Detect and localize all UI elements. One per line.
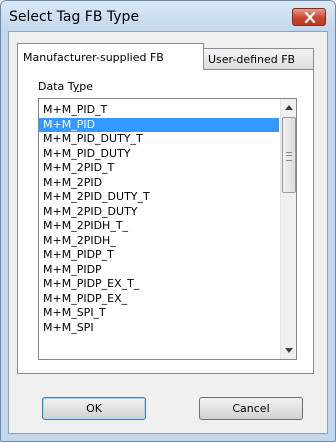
title-bar[interactable]: Select Tag FB Type: [1, 1, 335, 31]
data-type-listbox[interactable]: M+M_PID_T M+M_PID M+M_PID_DUTY_T M+M_PID_DU…: [38, 98, 297, 360]
list-item[interactable]: M+M_PID_DUTY: [39, 147, 279, 162]
data-type-label: Data Type: [38, 80, 94, 93]
scroll-down-button[interactable]: [281, 342, 296, 359]
close-button[interactable]: [292, 8, 326, 26]
list-item[interactable]: M+M_2PIDH_T_: [39, 219, 279, 234]
list-item[interactable]: M+M_PIDP_EX_: [39, 292, 279, 307]
cancel-button[interactable]: Cancel: [199, 397, 303, 420]
list-item[interactable]: M+M_PID: [39, 117, 279, 132]
list-item[interactable]: M+M_SPI: [39, 321, 279, 336]
scroll-up-arrow-icon: [285, 105, 293, 110]
list-item[interactable]: M+M_2PID_T: [39, 161, 279, 176]
list-item[interactable]: M+M_PIDP: [39, 263, 279, 278]
scroll-thumb[interactable]: [282, 117, 296, 193]
tab-user-defined-fb[interactable]: User-defined FB: [203, 48, 314, 69]
list-item[interactable]: M+M_PID_T: [39, 103, 279, 118]
scroll-up-button[interactable]: [281, 99, 296, 116]
list-item[interactable]: M+M_PID_DUTY_T: [39, 132, 279, 147]
list-item[interactable]: M+M_2PID: [39, 176, 279, 191]
tab-label: Manufacturer-supplied FB: [23, 51, 164, 64]
list-item[interactable]: M+M_PIDP_T: [39, 248, 279, 263]
ok-button[interactable]: OK: [42, 397, 146, 420]
list-item[interactable]: M+M_PIDP_EX_T_: [39, 277, 279, 292]
tab-label: User-defined FB: [208, 53, 296, 66]
tab-manufacturer-supplied-fb[interactable]: Manufacturer-supplied FB: [17, 43, 204, 70]
vertical-scrollbar[interactable]: [280, 99, 296, 359]
list-item[interactable]: M+M_2PIDH_: [39, 234, 279, 249]
list-items: M+M_PID_T M+M_PID M+M_PID_DUTY_T M+M_PID_DU…: [39, 103, 279, 335]
thumb-grip-icon: [286, 152, 292, 161]
list-item[interactable]: M+M_2PID_DUTY_T: [39, 190, 279, 205]
close-icon: [304, 12, 316, 23]
scroll-down-arrow-icon: [285, 348, 293, 353]
dialog-title: Select Tag FB Type: [9, 9, 140, 25]
list-item[interactable]: M+M_2PID_DUTY: [39, 205, 279, 220]
list-item[interactable]: M+M_SPI_T: [39, 306, 279, 321]
